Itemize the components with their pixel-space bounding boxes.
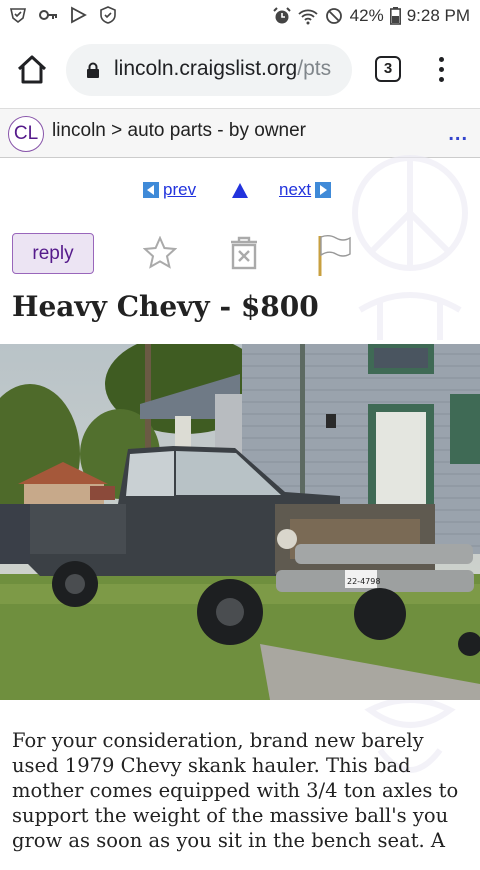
notification-icons <box>8 6 118 24</box>
browser-toolbar: lincoln.craigslist.org/pts 3 <box>0 32 480 108</box>
tab-switcher-button[interactable]: 3 <box>375 56 401 82</box>
system-icons: 42% 9:28 PM <box>272 6 470 26</box>
lock-icon <box>87 62 99 78</box>
prev-label: prev <box>163 180 197 199</box>
clock: 9:28 PM <box>406 6 470 25</box>
next-link[interactable]: next <box>279 180 332 200</box>
battery-icon <box>389 7 401 25</box>
url-host: lincoln.craigslist.org <box>114 57 298 80</box>
favorite-star-icon[interactable] <box>143 236 177 270</box>
up-arrow-icon[interactable] <box>231 182 249 199</box>
browser-menu-icon[interactable] <box>434 54 448 86</box>
shield-check-icon <box>10 8 26 24</box>
url-path: /pts <box>297 57 332 80</box>
address-bar[interactable]: lincoln.craigslist.org/pts <box>66 44 352 96</box>
posting-body: For your consideration, brand new barely… <box>12 729 459 852</box>
url-text[interactable]: lincoln.craigslist.org/pts <box>114 57 346 81</box>
play-store-icon <box>71 6 87 24</box>
more-menu-button[interactable]: ... <box>448 123 468 146</box>
prev-arrow-icon <box>143 182 159 198</box>
craigslist-logo[interactable]: CL <box>8 116 44 152</box>
key-icon <box>39 10 57 20</box>
posting-title: Heavy Chevy - $800 <box>12 290 319 323</box>
shield-icon <box>100 6 116 24</box>
svg-text:22-4798: 22-4798 <box>347 577 380 586</box>
posting-navigation: prev next <box>0 180 480 206</box>
breadcrumb-bar: CL lincoln > auto parts - by owner ... <box>0 108 480 158</box>
posting-photo[interactable]: 22-4798 <box>0 344 480 700</box>
hide-trash-icon[interactable] <box>228 236 260 270</box>
alarm-icon <box>272 7 291 24</box>
home-icon[interactable] <box>14 52 50 88</box>
flag-icon[interactable] <box>315 233 351 277</box>
do-not-disturb-icon <box>325 8 342 24</box>
status-bar: 42% 9:28 PM <box>0 0 480 32</box>
next-arrow-icon <box>315 182 332 198</box>
breadcrumb[interactable]: lincoln > auto parts - by owner <box>52 120 306 142</box>
wifi-icon <box>298 9 318 25</box>
prev-link[interactable]: prev <box>143 180 196 200</box>
battery-percent: 42% <box>349 6 384 25</box>
next-label: next <box>279 180 312 199</box>
reply-button[interactable]: reply <box>12 233 94 274</box>
